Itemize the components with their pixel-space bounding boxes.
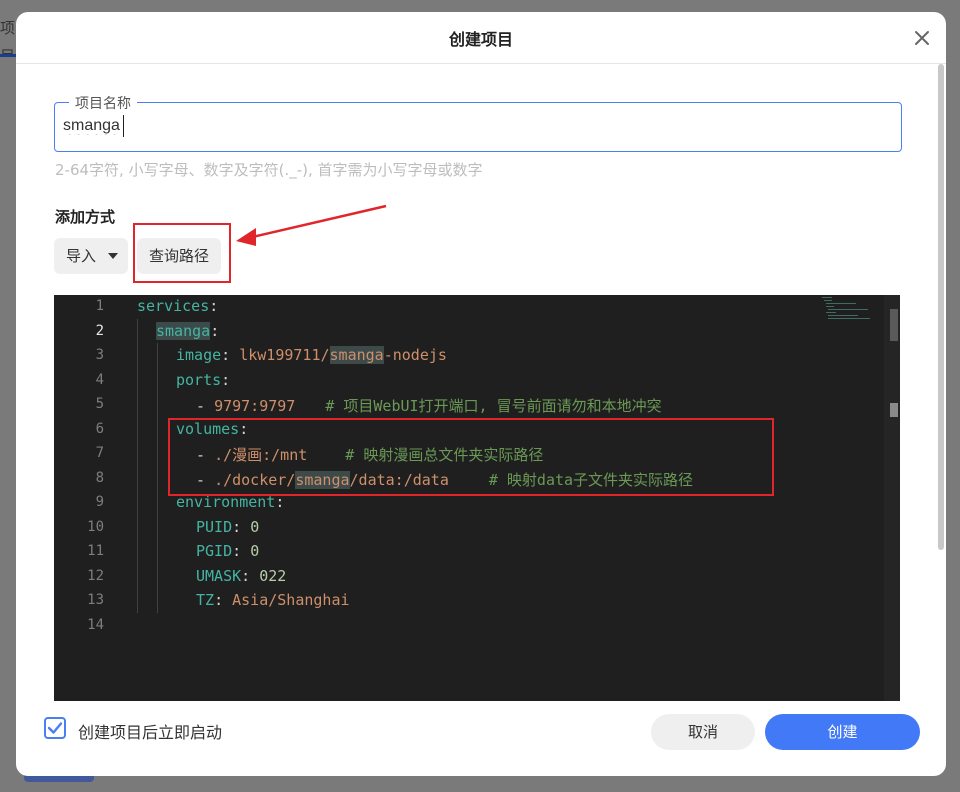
line-number: 8: [95, 470, 104, 486]
import-dropdown-value: 导入: [66, 247, 97, 265]
editor-scrollbar[interactable]: [884, 295, 900, 701]
line-number: 6: [95, 421, 104, 437]
code-line: UMASK: 022: [196, 567, 287, 585]
line-number: 7: [95, 445, 104, 461]
code-line: ports:: [176, 371, 231, 389]
cancel-button[interactable]: 取消: [651, 714, 755, 750]
editor-scroll-thumb[interactable]: [890, 309, 898, 341]
background-tab-underline: [0, 54, 16, 57]
project-name-input[interactable]: [63, 117, 883, 135]
compose-code-editor[interactable]: 1 2 3 4 5 6 7 8 9 10 11 12 13 14 service…: [54, 295, 900, 701]
project-name-field[interactable]: 项目名称: [54, 93, 902, 152]
line-number: 11: [87, 543, 104, 559]
check-icon: [47, 722, 63, 734]
annotation-arrow-icon: [236, 204, 387, 246]
line-number: 4: [95, 372, 104, 388]
create-button[interactable]: 创建: [765, 714, 920, 750]
project-name-label: 项目名称: [69, 93, 137, 113]
code-line: smanga:: [156, 322, 220, 340]
line-number: 3: [95, 347, 104, 363]
import-dropdown[interactable]: 导入: [54, 238, 128, 274]
line-number: 1: [95, 298, 104, 314]
annotation-volumes-box: [168, 418, 774, 496]
close-icon[interactable]: [912, 28, 932, 48]
indent-guide: [157, 343, 158, 613]
editor-minimap[interactable]: [822, 297, 882, 321]
line-number: 10: [87, 519, 104, 535]
caret-down-icon: [108, 253, 118, 259]
line-number: 14: [87, 617, 104, 633]
line-number-gutter: 1 2 3 4 5 6 7 8 9 10 11 12 13 14: [54, 295, 124, 701]
add-method-label: 添加方式: [55, 208, 116, 226]
autostart-checkbox[interactable]: [44, 717, 66, 739]
code-line: TZ: Asia/Shanghai: [196, 591, 350, 609]
create-project-dialog: 创建项目 项目名称 2-64字符, 小写字母、数字及字符(._-), 首字需为小…: [16, 12, 946, 776]
code-line: PGID: 0: [196, 542, 260, 560]
annotation-highlight-box: [133, 223, 231, 283]
code-line: - 9797:9797 # 项目WebUI打开端口, 冒号前面请勿和本地冲突: [196, 397, 662, 415]
dialog-header: 创建项目: [16, 12, 946, 64]
code-line: PUID: 0: [196, 518, 260, 536]
line-number: 2: [95, 323, 104, 339]
editor-scroll-marker: [890, 403, 898, 417]
dialog-title: 创建项目: [448, 30, 513, 49]
background-tab: 项目: [0, 19, 16, 54]
indent-guide: [137, 319, 138, 613]
line-number: 12: [87, 568, 104, 584]
dialog-scrollbar[interactable]: [938, 64, 944, 550]
text-caret: [123, 115, 124, 137]
autostart-label: 创建项目后立即启动: [78, 723, 223, 742]
line-number: 5: [95, 396, 104, 412]
code-line: image: lkw199711/smanga-nodejs: [176, 346, 447, 364]
code-line: services:: [137, 297, 219, 315]
line-number: 13: [87, 592, 104, 608]
project-name-hint: 2-64字符, 小写字母、数字及字符(._-), 首字需为小写字母或数字: [55, 161, 483, 179]
line-number: 9: [95, 494, 104, 510]
